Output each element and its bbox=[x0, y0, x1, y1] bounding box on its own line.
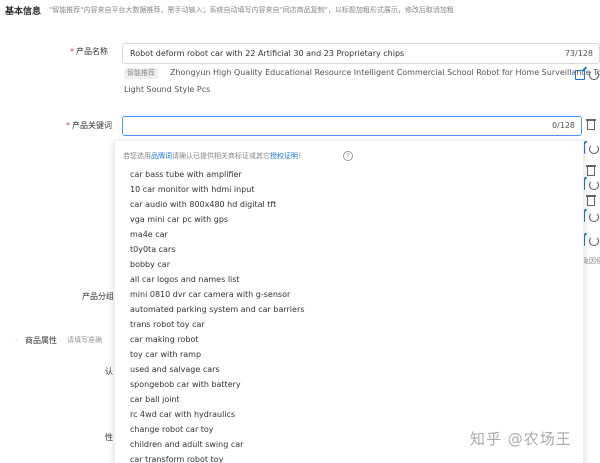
edit-icon[interactable] bbox=[575, 70, 585, 80]
watermark: 知乎 @农场王 bbox=[470, 430, 572, 448]
keyword-suggestion-item[interactable]: rc 4wd car with hydraulics bbox=[130, 407, 304, 422]
trash-icon[interactable] bbox=[586, 165, 596, 176]
keyword-suggestion-item[interactable]: children and adult swing car bbox=[130, 437, 304, 452]
help-icon[interactable]: ? bbox=[343, 151, 353, 161]
refresh-icon[interactable] bbox=[589, 212, 599, 222]
product-name-label: * 产品名称 bbox=[70, 47, 108, 56]
authorization-link[interactable]: 授权证明 bbox=[270, 152, 298, 160]
attr-section-note: 请填写准确 bbox=[67, 336, 102, 344]
keyword-suggestion-item[interactable]: car audio with 800x480 hd digital tft bbox=[130, 197, 304, 212]
collapse-icon[interactable]: · bbox=[15, 336, 18, 345]
refresh-icon[interactable] bbox=[589, 236, 599, 246]
keyword-suggestion-item[interactable]: 10 car monitor with hdmi input bbox=[130, 182, 304, 197]
trash-icon[interactable] bbox=[586, 119, 596, 130]
keyword-suggestion-item[interactable]: used and salvage cars bbox=[130, 362, 304, 377]
product-group-label: 产品分组 bbox=[82, 292, 114, 301]
keyword-label: * 产品关键词 bbox=[66, 121, 112, 130]
product-name-input[interactable]: Robot deform robot car with 22 Artificia… bbox=[122, 43, 600, 64]
refresh-icon[interactable] bbox=[589, 144, 599, 154]
keyword-count: 0/128 bbox=[551, 121, 575, 130]
keyword-suggestion-item[interactable]: bobby car bbox=[130, 257, 304, 272]
smart-suggestion: 智能推荐 Zhongyun High Quality Educational R… bbox=[122, 68, 600, 98]
side-text: 免因侵权 bbox=[582, 257, 600, 265]
brand-word-link[interactable]: 品牌词 bbox=[151, 152, 172, 160]
attr-section-title: 商品属性 bbox=[25, 336, 57, 345]
keyword-suggestion-item[interactable]: mini 0810 dvr car camera with g-sensor bbox=[130, 287, 304, 302]
keyword-suggestion-list: car bass tube with amplifier 10 car monit… bbox=[130, 167, 304, 463]
smart-suggestion-text[interactable]: Zhongyun High Quality Educational Resour… bbox=[170, 68, 600, 77]
keyword-suggestion-item[interactable]: automated parking system and car barrier… bbox=[130, 302, 304, 317]
smart-suggestion-badge: 智能推荐 bbox=[124, 68, 158, 79]
keyword-suggestion-item[interactable]: all car logos and names list bbox=[130, 272, 304, 287]
keyword-suggestion-item[interactable]: t0y0ta cars bbox=[130, 242, 304, 257]
attr-row-label: 性 bbox=[105, 433, 113, 442]
keyword-suggestion-item[interactable]: vga mini car pc with gps bbox=[130, 212, 304, 227]
keyword-suggestion-item[interactable]: ma4e car bbox=[130, 227, 304, 242]
keyword-suggestion-dropdown: 若您选用品牌词请确认已提供相关商标证或其它授权证明！ ? car bass tu… bbox=[114, 140, 584, 463]
section-header: 基本信息 "智能推荐"内容来自平台大数据推荐，需手动输入；系统自动填写内容来自"… bbox=[0, 0, 600, 20]
brand-tip: 若您选用品牌词请确认已提供相关商标证或其它授权证明！ bbox=[123, 152, 305, 160]
required-mark: * bbox=[66, 121, 70, 130]
keyword-suggestion-item[interactable]: toy car with ramp bbox=[130, 347, 304, 362]
smart-suggestion-text-continued[interactable]: Light Sound Style Pcs bbox=[124, 85, 210, 94]
trash-icon[interactable] bbox=[586, 195, 596, 206]
keyword-suggestion-item[interactable]: change robot car toy bbox=[130, 422, 304, 437]
refresh-icon[interactable] bbox=[589, 70, 599, 80]
section-note: "智能推荐"内容来自平台大数据推荐，需手动输入；系统自动填写内容来自"同店商品复… bbox=[49, 6, 454, 14]
attr-row-label: 认 bbox=[105, 367, 113, 376]
keyword-suggestion-item[interactable]: car ball joint bbox=[130, 392, 304, 407]
keyword-suggestion-item[interactable]: car transform robot toy bbox=[130, 452, 304, 463]
product-name-value: Robot deform robot car with 22 Artificia… bbox=[130, 49, 405, 58]
keyword-input[interactable]: 0/128 bbox=[122, 116, 582, 136]
product-name-count: 73/128 bbox=[564, 49, 593, 58]
keyword-suggestion-item[interactable]: trans robot toy car bbox=[130, 317, 304, 332]
keyword-suggestion-item[interactable]: car making robot bbox=[130, 332, 304, 347]
keyword-suggestion-item[interactable]: spongebob car with battery bbox=[130, 377, 304, 392]
section-title: 基本信息 bbox=[5, 6, 42, 17]
keyword-suggestion-item[interactable]: car bass tube with amplifier bbox=[130, 167, 304, 182]
refresh-icon[interactable] bbox=[589, 180, 599, 190]
required-mark: * bbox=[70, 47, 74, 56]
